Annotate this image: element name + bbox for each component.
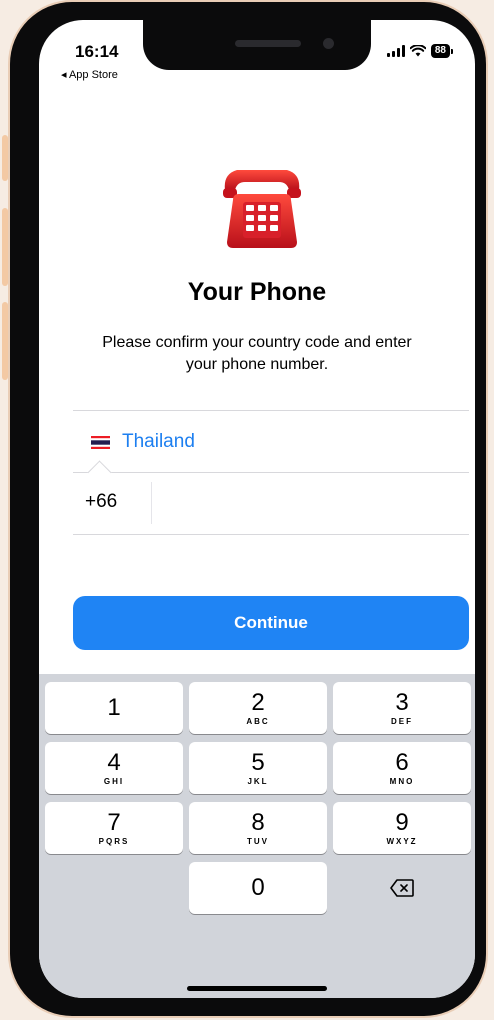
key-1[interactable]: 1 [45, 682, 183, 734]
status-indicators: 88 [386, 44, 453, 58]
key-digit: 0 [251, 874, 265, 901]
phone-frame: 16:14 ◂ App Store 88 Your Phone Please c… [10, 2, 486, 1016]
backspace-icon [390, 879, 414, 897]
mute-switch [2, 135, 8, 181]
delete-key[interactable] [333, 862, 471, 914]
divider [73, 410, 469, 411]
camera-icon [323, 38, 334, 49]
key-digit: 4 [107, 748, 121, 776]
key-letters: ABC [246, 716, 270, 726]
volume-up-button [2, 208, 8, 286]
numeric-keypad: 1 2 ABC 3 DEF 4 GHI 5 JKL 6 MNO 7 PQRS 8… [39, 674, 475, 998]
key-letters: PQRS [98, 836, 130, 846]
volume-down-button [2, 302, 8, 380]
key-3[interactable]: 3 DEF [333, 682, 471, 734]
country-selector[interactable]: Thailand [73, 412, 469, 472]
key-0[interactable]: 0 [189, 862, 327, 914]
key-6[interactable]: 6 MNO [333, 742, 471, 794]
key-digit: 6 [395, 748, 409, 776]
key-letters: JKL [247, 776, 269, 786]
key-7[interactable]: 7 PQRS [45, 802, 183, 854]
signal-icon [386, 45, 405, 57]
key-digit: 7 [107, 808, 121, 836]
notch [143, 20, 371, 70]
instructions-text: Please confirm your country code and ent… [102, 334, 412, 373]
key-8[interactable]: 8 TUV [189, 802, 327, 854]
key-digit: 1 [107, 694, 121, 721]
speaker-grille [235, 40, 301, 47]
key-letters: MNO [389, 776, 415, 786]
country-name: Thailand [122, 431, 195, 452]
key-digit: 3 [395, 688, 409, 716]
continue-button[interactable]: Continue [73, 596, 469, 650]
battery-level: 88 [430, 44, 450, 58]
home-indicator[interactable] [187, 986, 327, 991]
divider [73, 534, 469, 535]
key-letters: TUV [247, 836, 269, 846]
key-5[interactable]: 5 JKL [189, 742, 327, 794]
key-digit: 5 [251, 748, 265, 776]
key-4[interactable]: 4 GHI [45, 742, 183, 794]
country-code-field[interactable]: +66 [85, 491, 145, 513]
screen: 16:14 ◂ App Store 88 Your Phone Please c… [39, 20, 475, 998]
wifi-icon [409, 45, 426, 57]
thailand-flag-icon [91, 435, 110, 449]
telephone-icon [223, 170, 301, 248]
page-title: Your Phone [187, 278, 327, 306]
key-letters: WXYZ [386, 836, 418, 846]
battery-icon: 88 [430, 44, 453, 58]
key-letters: DEF [391, 716, 413, 726]
field-divider [151, 482, 152, 524]
key-9[interactable]: 9 WXYZ [333, 802, 471, 854]
key-letters: GHI [103, 776, 125, 786]
back-to-app-store-link[interactable]: ◂ App Store [61, 68, 118, 81]
status-time: 16:14 [75, 42, 119, 61]
key-digit: 9 [395, 808, 409, 836]
key-digit: 2 [251, 688, 265, 716]
key-2[interactable]: 2 ABC [189, 682, 327, 734]
key-digit: 8 [251, 808, 265, 836]
phone-number-input[interactable] [157, 482, 461, 526]
